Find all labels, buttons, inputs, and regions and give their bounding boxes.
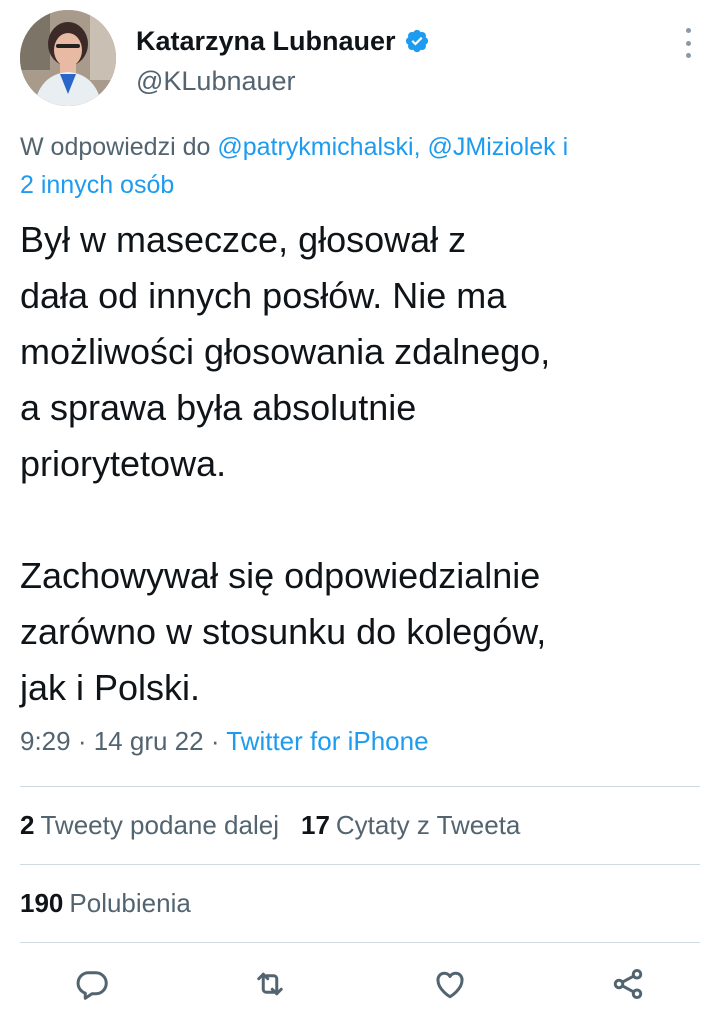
action-bar	[0, 960, 720, 1014]
avatar-image	[20, 10, 116, 106]
tweet-date[interactable]: 14 gru 22	[94, 726, 204, 756]
quotes-label: Cytaty z Tweeta	[335, 810, 521, 840]
heart-icon[interactable]	[432, 966, 468, 1002]
tweet-header: Katarzyna Lubnauer @KLubnauer	[20, 10, 700, 110]
likes-row: 190 Polubienia	[20, 888, 191, 919]
reply-others-link[interactable]: 2 innych osób	[20, 171, 174, 199]
meta-separator: ·	[203, 726, 227, 756]
user-info: Katarzyna Lubnauer @KLubnauer	[136, 24, 430, 97]
avatar[interactable]	[20, 10, 116, 106]
tweet-source[interactable]: Twitter for iPhone	[226, 726, 428, 756]
author-name[interactable]: Katarzyna Lubnauer	[136, 26, 396, 57]
reply-mention-2[interactable]: @JMiziolek	[428, 133, 556, 161]
reply-context: W odpowiedzi do @patrykmichalski, @JMizi…	[20, 128, 710, 204]
reply-icon[interactable]	[74, 966, 110, 1002]
quotes-stat[interactable]: 17 Cytaty z Tweeta	[301, 810, 520, 841]
tweet-meta: 9:29 · 14 gru 22 · Twitter for iPhone	[20, 726, 429, 757]
more-dot	[685, 40, 691, 46]
verified-icon	[404, 28, 430, 54]
likes-label: Polubienia	[69, 888, 191, 918]
divider	[20, 942, 700, 943]
likes-count: 190	[20, 888, 64, 918]
tweet-text: Był w maseczce, głosował z dała od innyc…	[20, 219, 551, 708]
divider	[20, 864, 700, 865]
reply-prefix: W odpowiedzi do	[20, 133, 211, 161]
tweet-time[interactable]: 9:29	[20, 726, 71, 756]
more-icon[interactable]	[682, 28, 694, 58]
divider	[20, 786, 700, 787]
retweet-icon[interactable]	[252, 966, 288, 1002]
author-handle[interactable]: @KLubnauer	[136, 66, 430, 97]
likes-stat[interactable]: 190 Polubienia	[20, 888, 191, 919]
reply-mention-1[interactable]: @patrykmichalski,	[217, 133, 420, 161]
name-row: Katarzyna Lubnauer	[136, 24, 430, 58]
retweets-label: Tweety podane dalej	[40, 810, 279, 840]
retweets-stat[interactable]: 2 Tweety podane dalej	[20, 810, 279, 841]
share-icon[interactable]	[610, 966, 646, 1002]
reply-and[interactable]: i	[563, 133, 569, 161]
quotes-count: 17	[300, 810, 330, 840]
meta-separator: ·	[70, 726, 94, 756]
more-dot	[685, 53, 691, 58]
retweets-count: 2	[20, 810, 35, 840]
stats-row: 2 Tweety podane dalej 17 Cytaty z Tweeta	[20, 810, 520, 841]
more-dot	[685, 28, 691, 33]
